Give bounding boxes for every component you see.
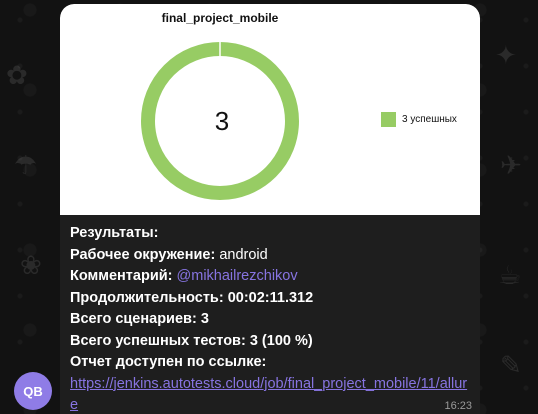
- passed-label: Всего успешных тестов:: [70, 332, 246, 349]
- duration-line: Продолжительность: 00:02:11.312: [70, 288, 475, 310]
- legend-label: 3 успешных: [402, 114, 457, 125]
- results-heading: Результаты:: [70, 225, 159, 241]
- env-value: android: [219, 246, 268, 263]
- report-text: Результаты: Рабочее окружение: android К…: [70, 223, 475, 414]
- env-label: Рабочее окружение:: [70, 246, 216, 263]
- message-bubble: final_project_mobile 3 3 успешных Резуль…: [60, 4, 480, 414]
- donut-center-value: 3: [215, 106, 229, 136]
- donut-chart: 3: [141, 42, 299, 200]
- wallpaper-doodle-icon: ✦: [495, 40, 517, 70]
- passed-line: Всего успешных тестов: 3 (100 %): [70, 331, 475, 353]
- report-chart-image[interactable]: final_project_mobile 3 3 успешных: [60, 4, 480, 215]
- chart-legend: 3 успешных: [381, 112, 457, 127]
- duration-value: 00:02:11.312: [227, 289, 314, 306]
- duration-label: Продолжительность:: [70, 289, 224, 306]
- message-timestamp: 16:23: [444, 400, 472, 412]
- wallpaper-doodle-icon: ☕: [498, 260, 522, 290]
- mention-link[interactable]: @mikhailrezchikov: [177, 268, 298, 284]
- comment-line: Комментарий: @mikhailrezchikov: [70, 266, 475, 288]
- wallpaper-doodle-icon: ✈: [500, 150, 522, 180]
- wallpaper-doodle-icon: ❀: [20, 250, 42, 280]
- report-link-wrap: https://jenkins.autotests.cloud/job/fina…: [70, 374, 475, 414]
- env-line: Рабочее окружение: android: [70, 245, 475, 267]
- report-link[interactable]: https://jenkins.autotests.cloud/job/fina…: [70, 376, 467, 414]
- wallpaper-doodle-icon: ✿: [6, 60, 28, 90]
- wallpaper-doodle-icon: ✎: [500, 350, 522, 380]
- comment-label: Комментарий:: [70, 268, 173, 284]
- scenarios-value: 3: [200, 311, 209, 327]
- sender-avatar[interactable]: QB: [14, 372, 52, 410]
- link-heading: Отчет доступен по ссылке:: [70, 354, 267, 370]
- scenarios-label: Всего сценариев:: [70, 311, 197, 327]
- wallpaper-doodle-icon: ☂: [14, 150, 38, 180]
- legend-swatch: [381, 112, 396, 127]
- passed-value: 3 (100 %): [249, 332, 313, 349]
- scenarios-line: Всего сценариев: 3: [70, 309, 475, 331]
